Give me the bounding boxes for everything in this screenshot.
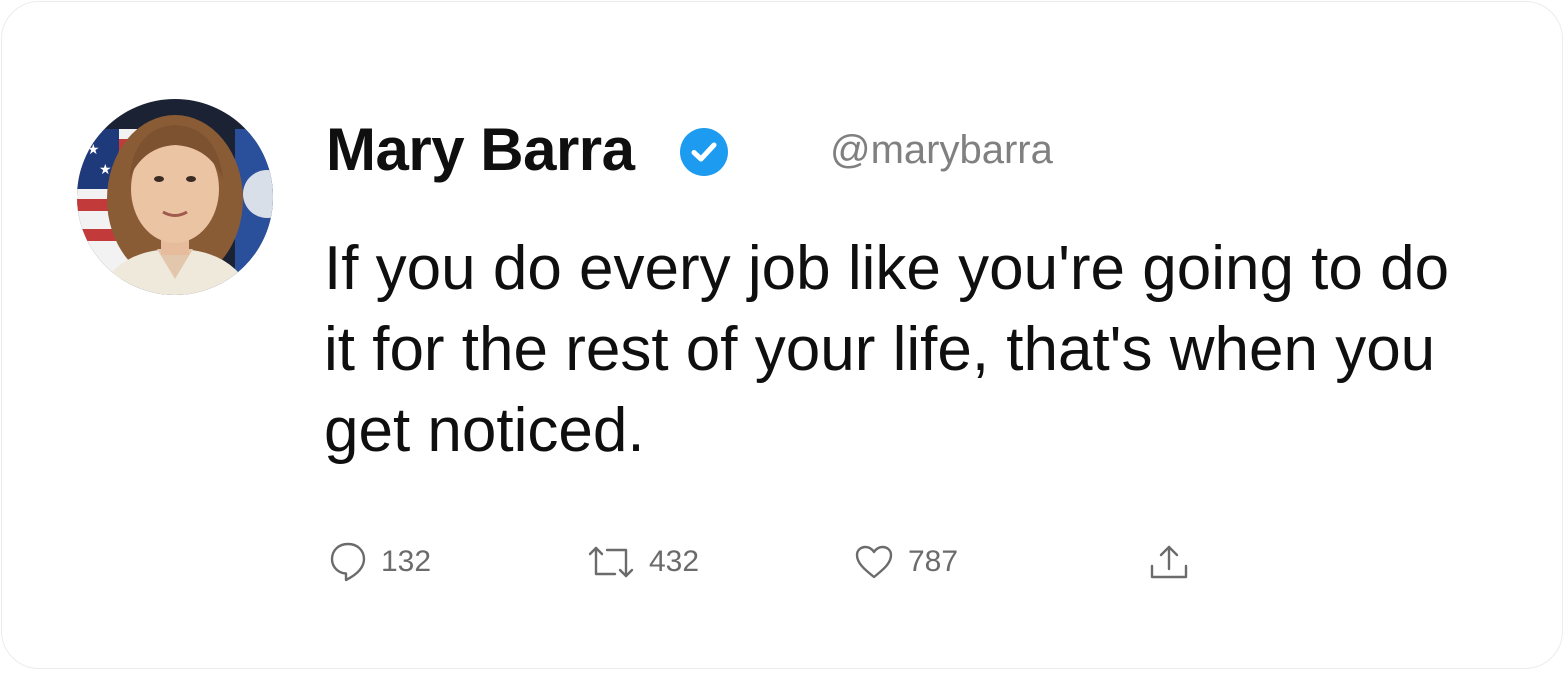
heart-icon (854, 544, 894, 580)
like-button[interactable]: 787 (854, 532, 958, 592)
retweet-button[interactable]: 432 (587, 532, 699, 592)
tweet-card: ★ ★ Mary Barra @marybarra If you do ever… (1, 1, 1563, 669)
share-icon (1149, 542, 1189, 582)
profile-photo: ★ ★ (77, 99, 273, 295)
retweet-count: 432 (649, 545, 700, 578)
avatar[interactable]: ★ ★ (77, 99, 273, 295)
svg-text:★: ★ (99, 162, 112, 178)
tweet-actions: 132 432 787 (2, 532, 1562, 592)
share-button[interactable] (1149, 532, 1189, 592)
verified-badge-icon (680, 128, 728, 176)
retweet-icon (587, 544, 635, 580)
tweet-text: If you do every job like you're going to… (324, 234, 1450, 465)
like-count: 787 (908, 545, 959, 578)
reply-button[interactable]: 132 (329, 532, 431, 592)
author-name[interactable]: Mary Barra (326, 110, 635, 190)
author-handle[interactable]: @marybarra (830, 124, 1053, 176)
svg-text:★: ★ (87, 142, 100, 158)
comment-icon (329, 541, 367, 583)
reply-count: 132 (381, 545, 432, 578)
